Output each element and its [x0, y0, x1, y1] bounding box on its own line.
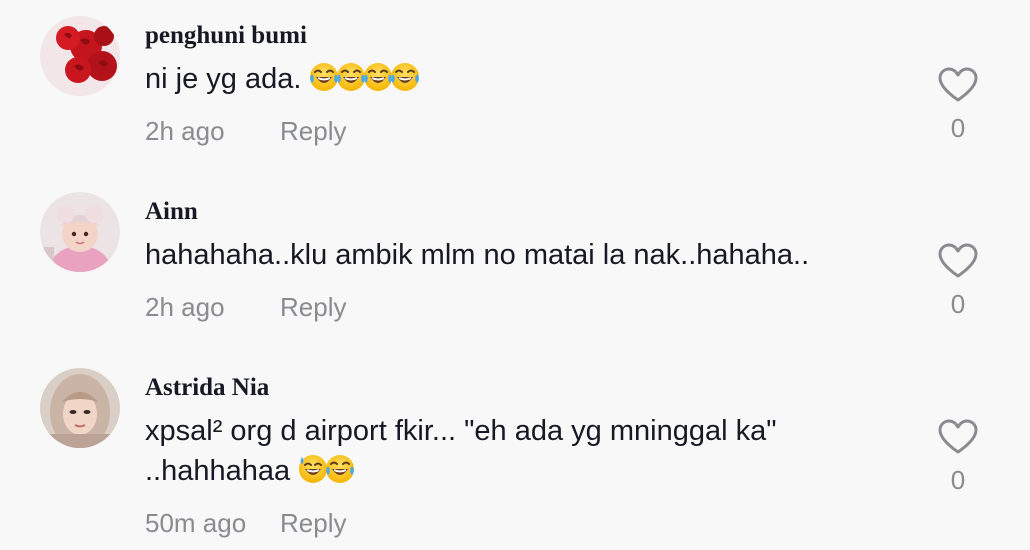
like-control[interactable]: 0	[936, 243, 980, 320]
like-count: 0	[950, 113, 966, 143]
username[interactable]: Astrida Nia	[145, 374, 269, 402]
joy-emoji-icon	[325, 454, 356, 484]
emoji-group	[309, 62, 421, 95]
heart-icon[interactable]	[938, 67, 978, 103]
username[interactable]: penghuni bumi	[145, 22, 307, 50]
heart-icon[interactable]	[938, 243, 978, 279]
comment-text-line: ni je yg ada.	[145, 63, 310, 95]
comment-meta: 2h ago Reply	[145, 116, 346, 147]
emoji-group	[298, 454, 356, 487]
like-control[interactable]: 0	[936, 419, 980, 496]
comment-text-line: hahahaha..klu ambik mlm no matai la nak.…	[145, 239, 810, 271]
comment-text: xpsal² org d airport fkir... "eh ada yg …	[145, 411, 777, 491]
comment-text-line: xpsal² org d airport fkir... "eh ada yg …	[145, 415, 777, 447]
timestamp: 2h ago	[145, 116, 225, 146]
joy-emoji-icon	[390, 62, 421, 92]
reply-button[interactable]: Reply	[280, 116, 346, 147]
reply-button[interactable]: Reply	[280, 508, 346, 539]
joy-emoji-icon	[309, 62, 340, 92]
comment-text-line-2: ..hahhahaa	[145, 451, 777, 491]
heart-icon[interactable]	[938, 419, 978, 455]
comment-meta: 2h ago Reply	[145, 292, 346, 323]
avatar[interactable]	[40, 16, 120, 96]
avatar[interactable]	[40, 368, 120, 448]
comment-meta: 50m ago Reply	[145, 508, 346, 539]
comment-text: hahahaha..klu ambik mlm no matai la nak.…	[145, 235, 809, 275]
like-count: 0	[950, 465, 966, 495]
sweat-smile-emoji-icon	[298, 454, 329, 484]
timestamp: 2h ago	[145, 292, 225, 322]
username[interactable]: Ainn	[145, 198, 198, 226]
comment-text: ni je yg ada.	[145, 59, 421, 99]
timestamp: 50m ago	[145, 508, 247, 538]
comment-text-line: ..hahhahaa	[145, 455, 299, 487]
avatar[interactable]	[40, 192, 120, 272]
reply-button[interactable]: Reply	[280, 292, 346, 323]
like-control[interactable]: 0	[936, 67, 980, 144]
like-count: 0	[950, 289, 966, 319]
joy-emoji-icon	[363, 62, 394, 92]
joy-emoji-icon	[336, 62, 367, 92]
